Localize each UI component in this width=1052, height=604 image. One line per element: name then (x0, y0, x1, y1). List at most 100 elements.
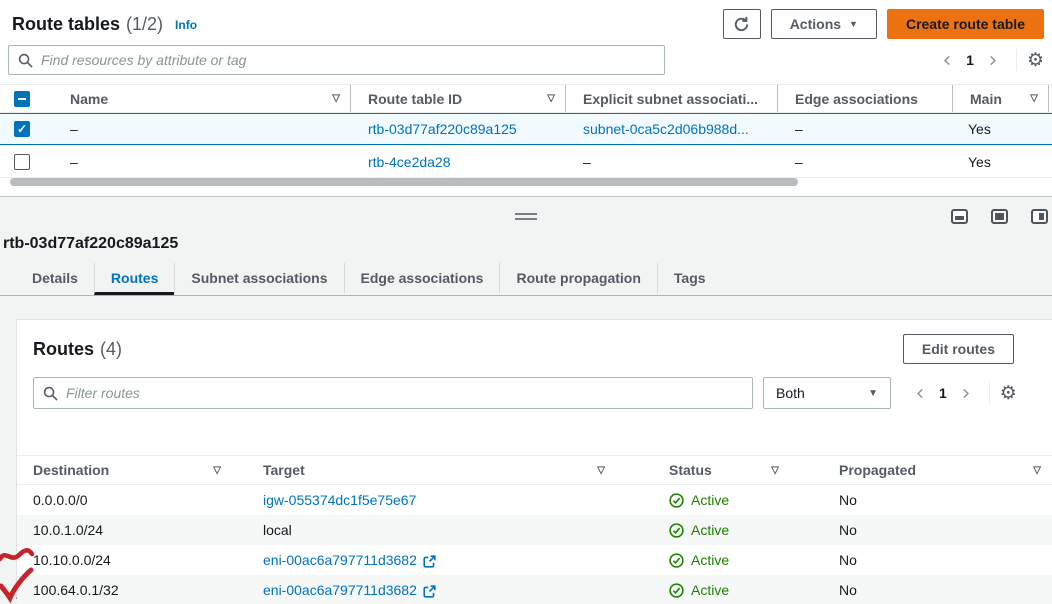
route-table-id-cell: rtb-4ce2da28 (350, 146, 565, 177)
column-header-target[interactable]: Target▽ (247, 456, 653, 484)
status-active-icon (669, 493, 684, 508)
main-cell: Yes (952, 146, 1048, 177)
table-row[interactable]: – rtb-4ce2da28 – – Yes (0, 146, 1052, 178)
select-all-checkbox[interactable] (14, 91, 30, 107)
edge-associations-cell: – (777, 114, 952, 144)
external-link-icon[interactable] (423, 585, 436, 598)
edit-routes-button[interactable]: Edit routes (903, 334, 1014, 364)
caret-down-icon: ▼ (849, 19, 858, 29)
sort-icon: ▽ (1033, 465, 1041, 476)
search-icon (43, 386, 58, 401)
row-checkbox[interactable] (14, 154, 30, 170)
refresh-button[interactable] (723, 9, 761, 39)
actions-button[interactable]: Actions ▼ (771, 9, 877, 39)
tab-tags[interactable]: Tags (657, 263, 722, 295)
route-row: 0.0.0.0/0 igw-055374dc1f5e75e67 Active N… (17, 485, 1052, 515)
panel-full-layout-button[interactable] (991, 209, 1008, 224)
tab-route-propagation[interactable]: Route propagation (499, 263, 656, 295)
column-header-status[interactable]: Status▽ (653, 456, 823, 484)
routes-card: Routes (4) Edit routes Both ▼ (16, 319, 1052, 599)
propagated-cell: No (823, 515, 1052, 545)
column-header-edge-associations[interactable]: Edge associations (777, 85, 952, 112)
sort-icon: ▽ (213, 465, 221, 476)
sort-icon: ▽ (332, 93, 340, 104)
routes-filter-box (33, 377, 753, 409)
detail-tabs: Details Routes Subnet associations Edge … (0, 263, 1052, 296)
pagination-prev-button[interactable] (907, 380, 933, 406)
sort-icon: ▽ (1030, 93, 1038, 104)
subnet-association-link[interactable]: subnet-0ca5c2d06b988d... (583, 121, 749, 137)
target-cell: eni-00ac6a797711d3682 (247, 545, 653, 575)
name-cell: – (56, 146, 350, 177)
column-header-extra (1048, 85, 1052, 112)
tab-details[interactable]: Details (16, 263, 94, 295)
route-table-id-link[interactable]: rtb-03d77af220c89a125 (368, 121, 517, 137)
sort-icon: ▽ (547, 93, 555, 104)
page-title: Route tables (12, 14, 120, 35)
column-header-main[interactable]: Main▽ (952, 85, 1048, 112)
routes-filter-input[interactable] (34, 378, 752, 408)
target-link[interactable]: eni-00ac6a797711d3682 (263, 552, 417, 568)
resource-search-input[interactable] (9, 46, 664, 74)
explicit-subnet-cell: – (565, 146, 777, 177)
route-row: 10.10.0.0/24 eni-00ac6a797711d3682 Activ… (17, 545, 1052, 575)
status-cell: Active (653, 485, 823, 515)
pagination-current-page[interactable]: 1 (960, 52, 980, 68)
split-panel-drag-handle[interactable] (513, 211, 539, 222)
route-row: 100.64.0.1/32 eni-00ac6a797711d3682 Acti… (17, 575, 1052, 604)
column-header-destination[interactable]: Destination▽ (17, 456, 247, 484)
destination-cell: 10.10.0.0/24 (17, 545, 247, 575)
routes-filter-row: Both ▼ 1 ⚙ (17, 377, 1052, 409)
table-settings-gear-button[interactable]: ⚙ (1027, 51, 1044, 70)
caret-down-icon: ▼ (868, 388, 878, 399)
target-link[interactable]: igw-055374dc1f5e75e67 (263, 492, 416, 508)
row-checkbox[interactable]: ✓ (14, 121, 30, 137)
main-cell: Yes (952, 114, 1048, 144)
routes-pagination: 1 ⚙ (907, 380, 1017, 406)
horizontal-scrollbar-thumb[interactable] (10, 178, 798, 186)
destination-cell: 0.0.0.0/0 (17, 485, 247, 515)
status-cell: Active (653, 515, 823, 545)
chevron-right-icon (987, 54, 998, 67)
search-icon (18, 53, 33, 68)
pagination-current-page[interactable]: 1 (933, 385, 953, 401)
route-table-id-link[interactable]: rtb-4ce2da28 (368, 154, 451, 170)
routes-count: (4) (100, 339, 122, 360)
route-table-id-cell: rtb-03d77af220c89a125 (350, 114, 565, 144)
routes-table-body: 0.0.0.0/0 igw-055374dc1f5e75e67 Active N… (17, 485, 1052, 604)
column-header-explicit-subnet[interactable]: Explicit subnet associati... (565, 85, 777, 112)
column-header-route-table-id[interactable]: Route table ID▽ (350, 85, 565, 112)
toolbar: Actions ▼ Create route table (723, 9, 1044, 39)
pagination-next-button[interactable] (953, 380, 979, 406)
edge-associations-cell: – (777, 146, 952, 177)
page-header: Route tables (1/2) Info Actions ▼ Create… (12, 8, 1044, 40)
info-link[interactable]: Info (175, 18, 197, 32)
pagination-next-button[interactable] (980, 47, 1006, 73)
destination-cell: 100.64.0.1/32 (17, 575, 247, 604)
propagated-cell: No (823, 575, 1052, 604)
table-row[interactable]: ✓ – rtb-03d77af220c89a125 subnet-0ca5c2d… (0, 113, 1052, 145)
create-route-table-button[interactable]: Create route table (887, 9, 1044, 39)
detail-panel-title: rtb-03d77af220c89a125 (3, 235, 178, 253)
external-link-icon[interactable] (423, 555, 436, 568)
extra-cell (1048, 146, 1052, 177)
routes-settings-gear-button[interactable]: ⚙ (1000, 384, 1017, 403)
status-active-icon (669, 583, 684, 598)
column-header-name[interactable]: Name▽ (56, 85, 350, 112)
target-cell: eni-00ac6a797711d3682 (247, 575, 653, 604)
routes-scope-select[interactable]: Both ▼ (763, 377, 891, 409)
sort-icon: ▽ (771, 465, 779, 476)
panel-bottom-layout-button[interactable] (951, 209, 968, 224)
route-tables-table-header: Name▽ Route table ID▽ Explicit subnet as… (0, 84, 1052, 113)
tab-subnet-associations[interactable]: Subnet associations (174, 263, 343, 295)
search-row: 1 ⚙ (8, 44, 1044, 76)
target-cell: igw-055374dc1f5e75e67 (247, 485, 653, 515)
tab-edge-associations[interactable]: Edge associations (344, 263, 500, 295)
column-header-propagated[interactable]: Propagated▽ (823, 456, 1052, 484)
resource-search-box (8, 45, 665, 75)
tab-routes[interactable]: Routes (94, 263, 174, 295)
panel-side-layout-button[interactable] (1031, 209, 1048, 224)
pagination-prev-button[interactable] (934, 47, 960, 73)
select-all-cell (0, 85, 56, 112)
target-link[interactable]: eni-00ac6a797711d3682 (263, 582, 417, 598)
